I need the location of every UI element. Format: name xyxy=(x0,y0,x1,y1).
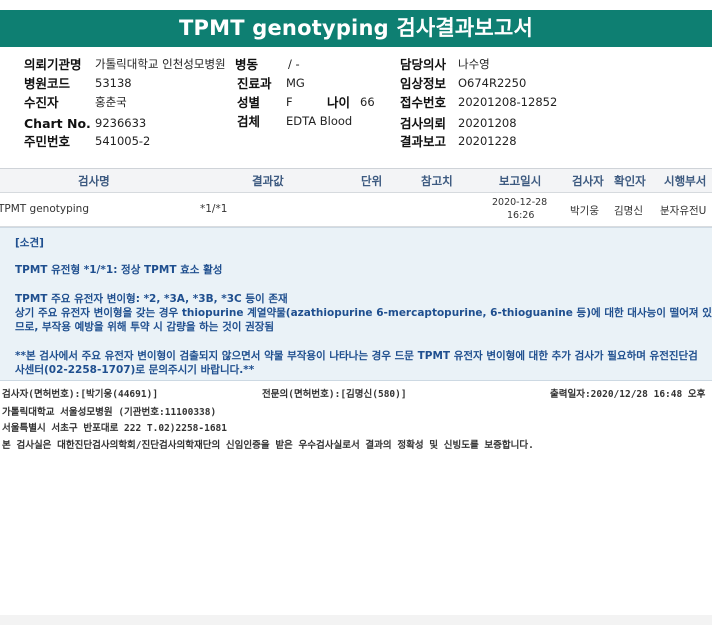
report-title: TPMT genotyping 검사결과보고서 xyxy=(0,10,712,47)
below-area xyxy=(0,506,712,625)
ward-label: 병동 xyxy=(235,57,259,72)
comment-box: [소견] TPMT 유전형 *1/*1: 정상 TPMT 효소 활성 TPMT … xyxy=(0,227,712,381)
patient-info: 의뢰기관명 가톨릭대학교 인천성모병원 병동 / - 담당의사 나수영 병원코드… xyxy=(0,55,712,155)
header-confirmer: 확인자 xyxy=(614,174,646,188)
report-date-value: 20201228 xyxy=(458,134,517,148)
receipt-no-label: 접수번호 xyxy=(400,95,447,110)
row-test-name: TPMT genotyping xyxy=(0,203,89,215)
header-unit: 단위 xyxy=(361,174,383,188)
specimen-value: EDTA Blood xyxy=(286,114,353,128)
clinical-info-label: 임상정보 xyxy=(400,76,447,91)
request-date-label: 검사의뢰 xyxy=(400,116,447,131)
specialist-signature: 전문의(면허번호):[김명신(580)] xyxy=(262,389,407,400)
comment-line-5: **본 검사에서 주요 유전자 변이형이 검출되지 않으면서 약물 부작용이 나… xyxy=(15,350,698,362)
ward-value: / - xyxy=(288,57,300,71)
comment-line-1: TPMT 유전형 *1/*1: 정상 TPMT 효소 활성 xyxy=(15,264,223,276)
report-date-label: 결과보고 xyxy=(400,134,447,149)
results-table-header: 검사명 결과값 단위 참고치 보고일시 검사자 확인자 시행부서 xyxy=(0,168,712,193)
department-label: 진료과 xyxy=(237,76,272,91)
header-department: 시행부서 xyxy=(664,174,707,188)
chart-no-label: Chart No. xyxy=(24,116,91,131)
hospital-code-value: 53138 xyxy=(95,76,132,90)
specimen-label: 검체 xyxy=(237,114,261,129)
comment-line-6: 사센터(02-2258-1707)로 문의주시기 바랍니다.** xyxy=(15,364,255,376)
resident-no-label: 주민번호 xyxy=(24,134,71,149)
row-report-date: 2020-12-28 xyxy=(492,197,548,208)
age-value: 66 xyxy=(360,95,375,109)
row-department: 분자유전U xyxy=(660,205,707,217)
receipt-no-value: 20201208-12852 xyxy=(458,95,558,109)
table-row[interactable]: TPMT genotyping *1/*1 2020-12-28 16:26 박… xyxy=(0,193,712,227)
hospital-code-label: 병원코드 xyxy=(24,76,71,91)
doctor-value: 나수영 xyxy=(458,57,490,71)
recipient-label: 수진자 xyxy=(24,95,59,110)
bottom-strip xyxy=(0,615,712,625)
row-report-time: 16:26 xyxy=(507,210,535,221)
sex-value: F xyxy=(286,95,293,109)
recipient-value: 홍춘국 xyxy=(95,95,127,109)
age-label: 나이 xyxy=(327,95,351,110)
resident-no-value: 541005-2 xyxy=(95,134,151,148)
row-confirmer: 김명신 xyxy=(614,205,643,217)
hospital-name: 가톨릭대학교 서울성모병원 (기관번호:11100338) xyxy=(2,407,217,418)
row-result: *1/*1 xyxy=(200,203,228,215)
comment-line-2: TPMT 주요 유전자 변이형: *2, *3A, *3B, *3C 등이 존재 xyxy=(15,293,288,305)
clinical-info-value: O674R2250 xyxy=(458,76,527,90)
tester-signature: 검사자(면허번호):[박기웅(44691)] xyxy=(2,389,159,400)
row-tester: 박기웅 xyxy=(570,205,599,217)
request-date-value: 20201208 xyxy=(458,116,517,130)
header-result: 결과값 xyxy=(252,174,284,188)
header-reference: 참고치 xyxy=(421,174,453,188)
sex-label: 성별 xyxy=(237,95,261,110)
certification-note: 본 검사실은 대한진단검사의학회/진단검사의학재단의 신임인증을 받은 우수검사… xyxy=(2,440,534,451)
institution-label: 의뢰기관명 xyxy=(24,57,82,72)
doctor-label: 담당의사 xyxy=(400,57,447,72)
header-tester: 검사자 xyxy=(572,174,604,188)
header-test-name: 검사명 xyxy=(78,174,110,188)
comment-line-4: 므로, 부작용 예방을 위해 투약 시 감량을 하는 것이 권장됨 xyxy=(15,321,275,333)
report-paper: TPMT genotyping 검사결과보고서 의뢰기관명 가톨릭대학교 인천성… xyxy=(0,0,712,506)
institution-value: 가톨릭대학교 인천성모병원 xyxy=(95,57,226,71)
header-report-date: 보고일시 xyxy=(499,174,542,188)
comment-line-3: 상기 주요 유전자 변이형을 갖는 경우 thiopurine 계열약물(aza… xyxy=(15,307,712,319)
comment-heading: [소견] xyxy=(15,237,44,249)
print-datetime: 출력일자:2020/12/28 16:48 오후 xyxy=(550,389,706,400)
chart-no-value: 9236633 xyxy=(95,116,147,130)
hospital-address: 서울특별시 서초구 반포대로 222 T.02)2258-1681 xyxy=(2,423,227,434)
department-value: MG xyxy=(286,76,305,90)
